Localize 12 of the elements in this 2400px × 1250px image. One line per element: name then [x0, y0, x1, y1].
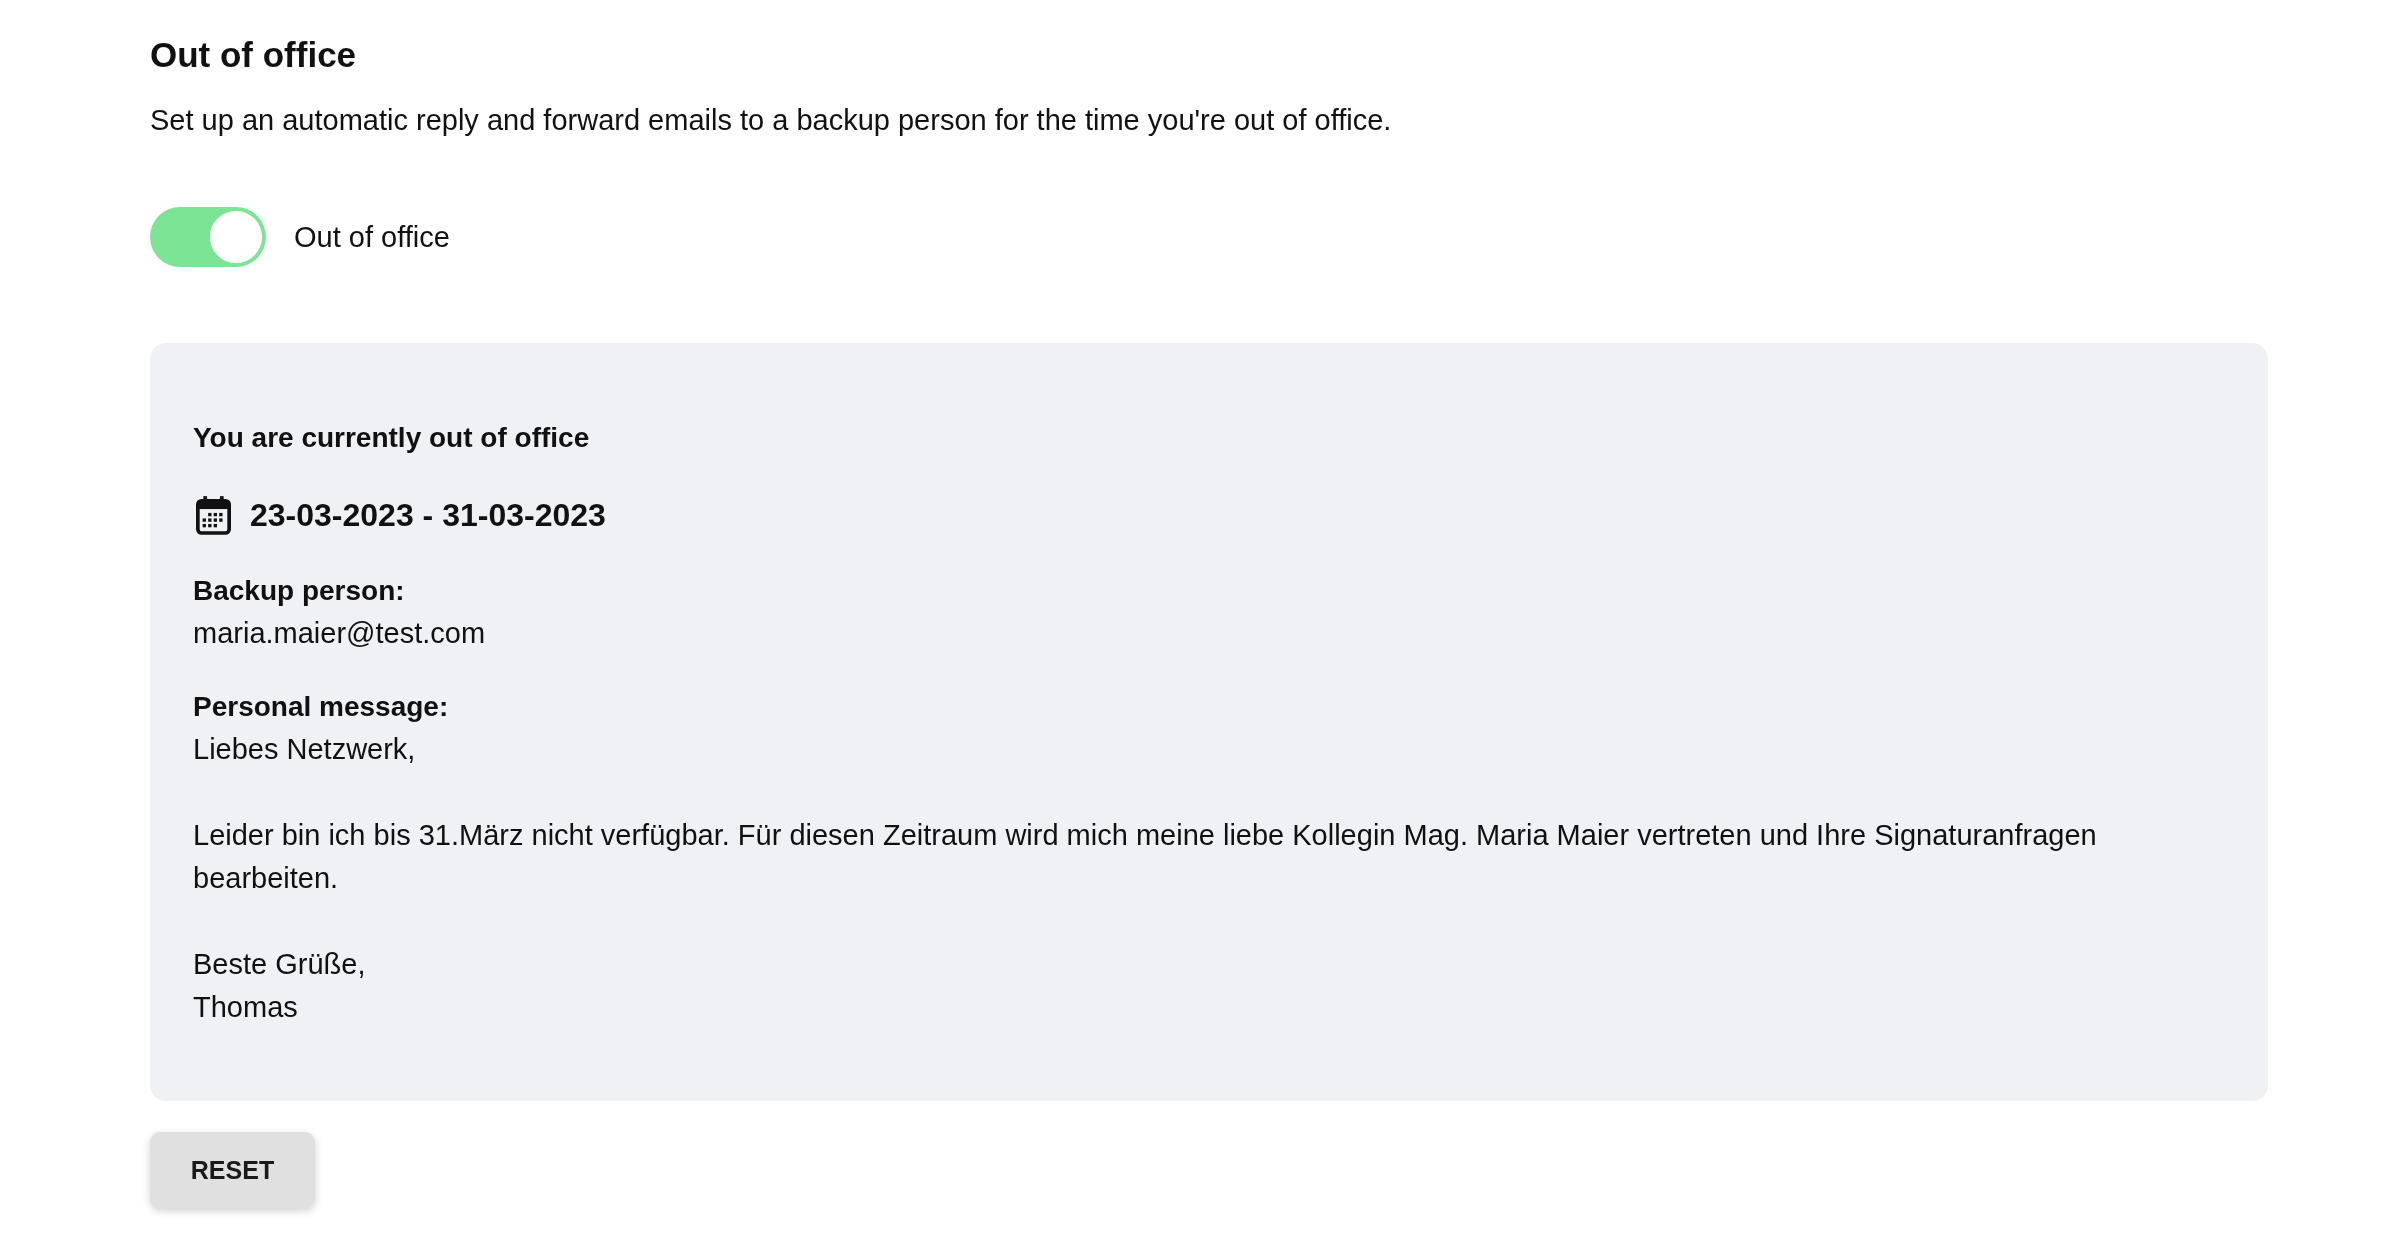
message-label: Personal message:	[193, 690, 449, 724]
page-description: Set up an automatic reply and forward emails to a backup person for the time you're out of office.	[150, 103, 1392, 138]
page-title: Out of office	[150, 34, 357, 76]
backup-person-email: maria.maier@test.com	[193, 616, 486, 651]
reset-button[interactable]: RESET	[150, 1132, 315, 1208]
backup-person-label: Backup person:	[193, 574, 405, 608]
message-text: Liebes Netzwerk, Leider bin ich bis 31.März nicht verfügbar. Für diesen Zeitraum wird mich meine liebe Kollegin Mag. Maria Maier vertreten und Ihre Signaturanfragen bearbeiten. Beste Grüße, Thomas	[193, 732, 2098, 1025]
toggle-switch[interactable]	[150, 207, 266, 267]
status-heading: You are currently out of office	[193, 421, 590, 455]
date-range: 23-03-2023 - 31-03-2023	[250, 496, 606, 535]
toggle-label: Out of office	[294, 220, 450, 255]
calendar-icon	[196, 495, 231, 535]
